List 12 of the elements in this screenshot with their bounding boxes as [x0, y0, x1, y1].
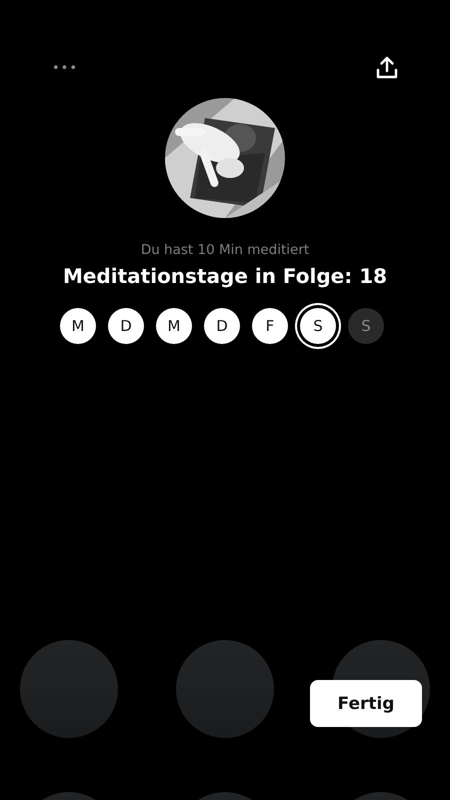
weekday-circle: M — [60, 308, 96, 344]
share-icon[interactable] — [374, 55, 400, 81]
weekday-circle: F — [252, 308, 288, 344]
done-button[interactable]: Fertig — [310, 680, 422, 727]
weekday-circle: S — [348, 308, 384, 344]
weekday-circle: D — [204, 308, 240, 344]
weekday-circle: D — [108, 308, 144, 344]
session-summary: Du hast 10 Min meditiert — [140, 242, 310, 258]
weekday-circle: S — [300, 308, 336, 344]
streak-title: Meditationstage in Folge: 18 — [62, 264, 388, 288]
more-button[interactable]: ••• — [50, 60, 80, 76]
weekday-circle: M — [156, 308, 192, 344]
